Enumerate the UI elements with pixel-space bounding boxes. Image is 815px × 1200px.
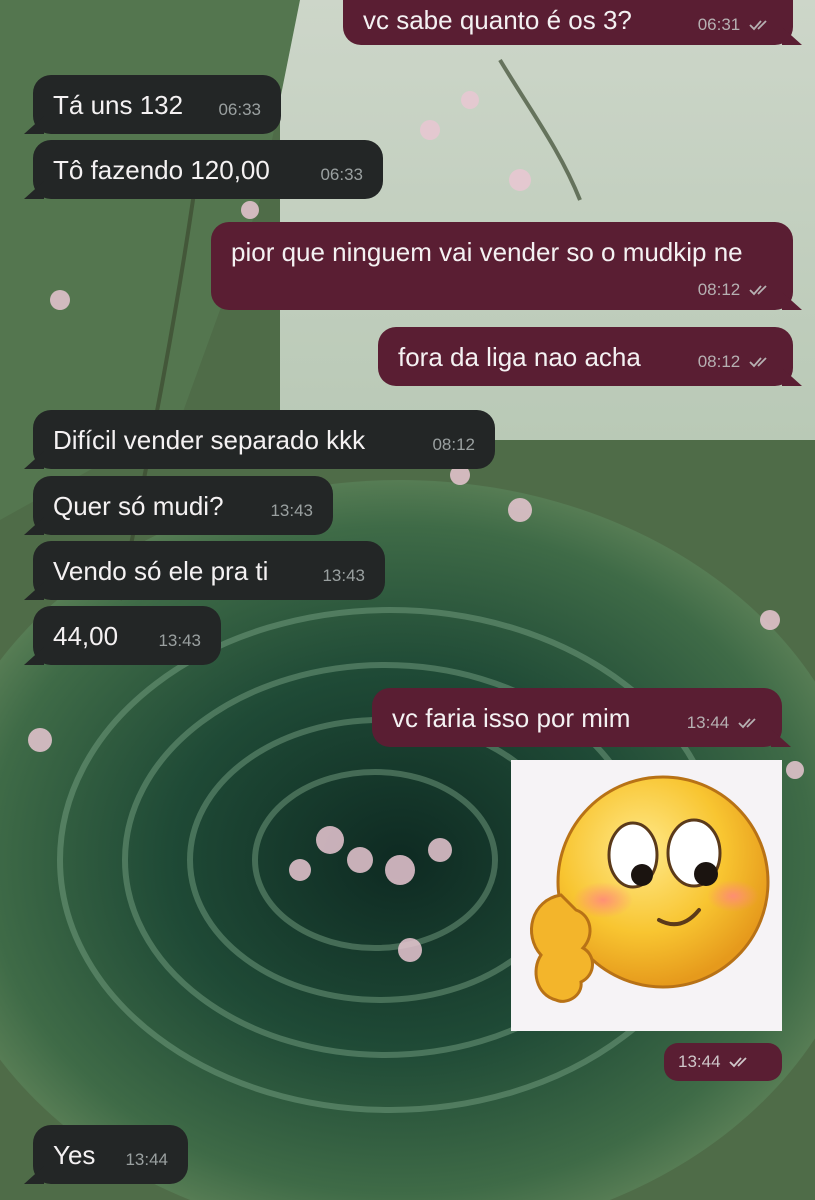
read-ticks-icon — [729, 1057, 747, 1068]
message-time: 13:44 — [686, 713, 730, 732]
message-text: 44,00 — [53, 621, 119, 651]
message-time: 06:33 — [218, 100, 261, 119]
message-bubble-outgoing[interactable]: vc faria isso por mim 13:44 — [372, 688, 782, 747]
message-text: Tô fazendo 120,00 — [53, 155, 270, 185]
message-text: Tá uns 132 — [53, 90, 184, 120]
message-text: vc faria isso por mim — [392, 703, 631, 733]
message-meta: 06:31 — [698, 16, 773, 33]
message-meta: 08:12 — [698, 281, 773, 298]
message-time: 08:12 — [697, 280, 741, 299]
message-time: 08:12 — [432, 435, 475, 454]
message-meta: 13:44 — [687, 714, 762, 731]
message-text: fora da liga nao acha — [398, 342, 641, 372]
message-time: 13:43 — [270, 501, 313, 520]
message-text: Quer só mudi? — [53, 491, 224, 521]
message-text: Difícil vender separado kkk — [53, 425, 366, 455]
message-text: vc sabe quanto é os 3? — [363, 5, 632, 35]
message-meta: 08:12 — [698, 353, 773, 370]
message-time: 13:43 — [158, 631, 201, 650]
message-bubble-incoming[interactable]: Vendo só ele pra ti 13:43 — [33, 541, 385, 600]
message-text: Vendo só ele pra ti — [53, 556, 269, 586]
message-bubble-incoming[interactable]: Difícil vender separado kkk 08:12 — [33, 410, 495, 469]
message-bubble-outgoing[interactable]: pior que ninguem vai vender so o mudkip … — [211, 222, 793, 310]
message-time: 13:44 — [125, 1150, 168, 1169]
message-text: pior que ninguem vai vender so o mudkip … — [231, 237, 743, 267]
message-time: 08:12 — [697, 352, 741, 371]
read-ticks-icon — [749, 357, 767, 368]
shy-emoji-icon — [530, 775, 770, 1003]
message-bubble-outgoing[interactable]: fora da liga nao acha 08:12 — [378, 327, 793, 386]
message-bubble-incoming[interactable]: 44,00 13:43 — [33, 606, 221, 665]
message-time: 13:44 — [678, 1052, 721, 1071]
shy-emoji-sticker[interactable] — [511, 760, 782, 1031]
read-ticks-icon — [738, 718, 756, 729]
message-bubble-incoming[interactable]: Yes 13:44 — [33, 1125, 188, 1184]
message-bubble-incoming[interactable]: Tô fazendo 120,00 06:33 — [33, 140, 383, 199]
message-time: 06:33 — [320, 165, 363, 184]
read-ticks-icon — [749, 285, 767, 296]
message-time: 06:31 — [697, 15, 741, 34]
message-bubble-incoming[interactable]: Tá uns 132 06:33 — [33, 75, 281, 134]
message-text: Yes — [53, 1140, 96, 1170]
message-time: 13:43 — [322, 566, 365, 585]
sticker-meta: 13:44 — [664, 1043, 782, 1081]
read-ticks-icon — [749, 20, 767, 31]
message-bubble-outgoing[interactable]: vc sabe quanto é os 3? 06:31 — [343, 0, 793, 45]
message-bubble-incoming[interactable]: Quer só mudi? 13:43 — [33, 476, 333, 535]
